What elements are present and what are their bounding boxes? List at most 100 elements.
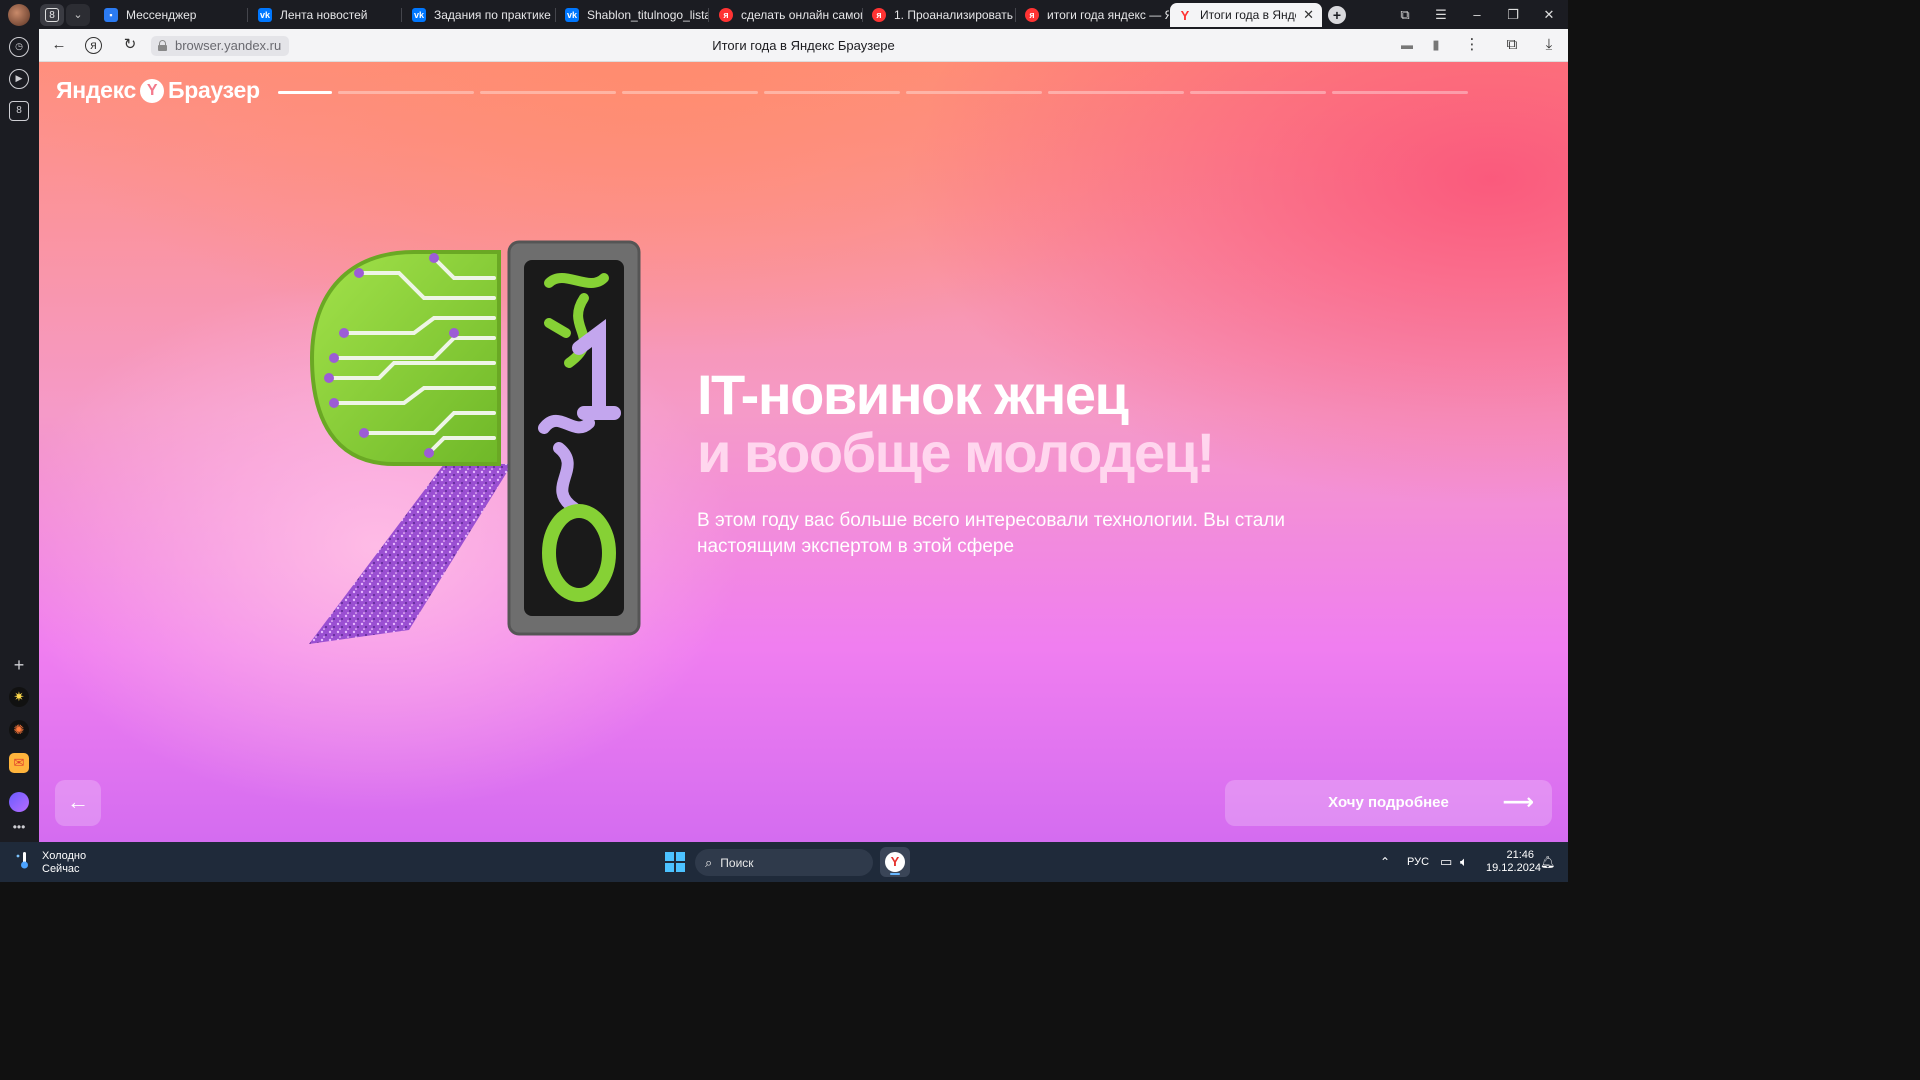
tab-yandex-search-2[interactable]: я 1. Проанализировать п [864, 3, 1016, 27]
progress-segment [338, 91, 474, 94]
tab-label: Лента новостей [280, 8, 368, 22]
yandex-icon: я [872, 8, 886, 22]
tab-vk-tasks[interactable]: vk Задания по практике М [404, 3, 556, 27]
tab-label: итоги года яндекс — Ян [1047, 8, 1169, 22]
tab-messenger[interactable]: ▪ Мессенджер [96, 3, 248, 27]
tab-label: Мессенджер [126, 8, 197, 22]
network-icon[interactable]: ▭ [1440, 842, 1452, 882]
yandex-browser-icon: Y [885, 852, 905, 872]
chevron-up-icon[interactable]: ⌃ [1380, 842, 1390, 882]
search-placeholder: Поиск [720, 855, 754, 870]
brand-browser: Браузер [168, 77, 260, 103]
bookmarks-panel-icon[interactable]: ⧉ [1392, 4, 1418, 26]
yandex-browser-logo[interactable]: Яндекс Y Браузер [56, 77, 260, 104]
tab-list-dropdown-button[interactable]: ⌄ [66, 4, 90, 26]
vk-icon: vk [412, 8, 426, 22]
url-field[interactable]: browser.yandex.ru [151, 36, 290, 56]
close-window-button[interactable]: ✕ [1536, 4, 1562, 26]
alice-assistant-icon[interactable] [9, 792, 29, 812]
bookmark-icon[interactable]: ▮ [1426, 35, 1446, 55]
tab-label: сделать онлайн самому [741, 8, 863, 22]
clock-time: 21:46 [1506, 849, 1534, 861]
lock-icon [158, 40, 167, 51]
menu-icon[interactable]: ☰ [1428, 4, 1454, 26]
collections-icon[interactable]: ⧉ [1502, 35, 1522, 55]
add-panel-icon[interactable]: + [9, 655, 29, 675]
arrow-right-icon: ⟶ [1502, 789, 1534, 814]
zen-app-icon[interactable]: ✷ [9, 687, 29, 707]
weather-subtitle: Сейчас [42, 863, 80, 875]
restore-button[interactable]: ❐ [1500, 4, 1526, 26]
more-icon[interactable]: ••• [9, 817, 29, 837]
windows-start-button[interactable] [665, 852, 685, 872]
yandex-home-icon[interactable]: я [85, 37, 102, 54]
profile-avatar[interactable] [8, 4, 30, 26]
address-bar: ← я ↻ browser.yandex.ru Итоги года в Янд… [39, 29, 1568, 62]
tab-count-badge: 8 [45, 8, 59, 22]
browser-tab-bar: 8 ⌄ ▪ Мессенджер vk Лента новостей vk За… [0, 0, 1568, 29]
tab-label: Итоги года в Яндексе [1200, 8, 1296, 22]
windows-taskbar: Холодно Сейчас ⌕ Поиск Y ⌃ РУС ▭ 🔈︎ 21:4… [0, 842, 1568, 882]
progress-segment [278, 91, 332, 94]
year-results-story: Яндекс Y Браузер IT-новинок жнец и вообщ… [39, 62, 1568, 842]
weather-widget[interactable]: Холодно Сейчас [14, 850, 86, 876]
brand-yandex: Яндекс [56, 77, 137, 103]
reload-icon[interactable]: ↻ [120, 35, 140, 55]
progress-segment [1190, 91, 1326, 94]
yandex-logo-icon: Y [140, 78, 165, 103]
tabs-overview-button[interactable]: 8 [40, 4, 64, 26]
yandex-icon: я [719, 8, 733, 22]
taskbar-yandex-browser[interactable]: Y [880, 847, 910, 877]
progress-segment [764, 91, 900, 94]
new-tab-button[interactable]: + [1328, 6, 1346, 24]
headline-line-2: и вообще молодец! [697, 421, 1215, 484]
reviews-icon[interactable]: ▬ [1397, 35, 1417, 55]
tab-vk-feed[interactable]: vk Лента новостей [250, 3, 402, 27]
clock-date: 19.12.2024 [1486, 862, 1542, 874]
headline-line-1: IT-новинок жнец [697, 363, 1129, 426]
yandex-browser-icon: Y [1180, 7, 1190, 23]
previous-slide-button[interactable]: ← [55, 780, 101, 826]
yandex-icon: я [1025, 8, 1039, 22]
mail-app-icon[interactable]: ✉ [9, 753, 29, 773]
chevron-down-icon: ⌄ [73, 9, 83, 21]
play-icon[interactable]: ▶ [9, 69, 29, 89]
language-indicator[interactable]: РУС [1407, 842, 1429, 882]
download-icon[interactable]: ⤓ [1539, 35, 1559, 55]
weather-title: Холодно [42, 850, 87, 862]
notification-bell-icon[interactable]: 🔔︎ [1540, 842, 1555, 882]
story-progress [278, 91, 1468, 94]
minimize-button[interactable]: – [1464, 4, 1490, 26]
tab-yandex-search-1[interactable]: я сделать онлайн самому [711, 3, 863, 27]
url-text: browser.yandex.ru [175, 38, 282, 53]
kebab-menu-icon[interactable]: ⋮ [1462, 35, 1482, 55]
kinopoisk-app-icon[interactable]: ✺ [9, 720, 29, 740]
headline: IT-новинок жнец и вообще молодец! [697, 363, 1215, 484]
history-icon[interactable]: ◷ [9, 37, 29, 57]
tab-yandex-search-3[interactable]: я итоги года яндекс — Ян [1017, 3, 1169, 27]
tab-vk-template[interactable]: vk Shablon_titulnogo_lista_ [557, 3, 709, 27]
search-icon: ⌕ [705, 854, 713, 870]
volume-icon[interactable]: 🔈︎ [1460, 842, 1468, 882]
learn-more-button[interactable]: Хочу подробнее ⟶ [1225, 780, 1552, 826]
tab-label: Shablon_titulnogo_lista_ [587, 8, 709, 22]
clock[interactable]: 21:46 19.12.2024 [1486, 842, 1542, 882]
progress-segment [1048, 91, 1184, 94]
glitter-leg [309, 464, 512, 644]
progress-segment [906, 91, 1042, 94]
tabs-counter-icon[interactable]: 8 [9, 101, 29, 121]
arrow-left-icon: ← [67, 789, 89, 814]
close-tab-icon[interactable]: ✕ [1303, 7, 1314, 23]
taskbar-search[interactable]: ⌕ Поиск [695, 849, 873, 876]
messenger-icon: ▪ [104, 8, 118, 22]
progress-segment [622, 91, 758, 94]
tab-active-year-results[interactable]: Y Итоги года в Яндексе ✕ [1170, 3, 1322, 27]
ya-letter-illustration [309, 240, 641, 644]
story-description: В этом году вас больше всего интересовал… [697, 510, 1286, 557]
progress-segment [480, 91, 616, 94]
back-arrow-icon[interactable]: ← [49, 35, 69, 55]
browser-sidebar: ◷ ▶ 8 + ✷ ✺ ✉ ••• [0, 29, 39, 842]
vk-icon: vk [258, 8, 272, 22]
vk-icon: vk [565, 8, 579, 22]
thermometer-icon [14, 850, 34, 870]
